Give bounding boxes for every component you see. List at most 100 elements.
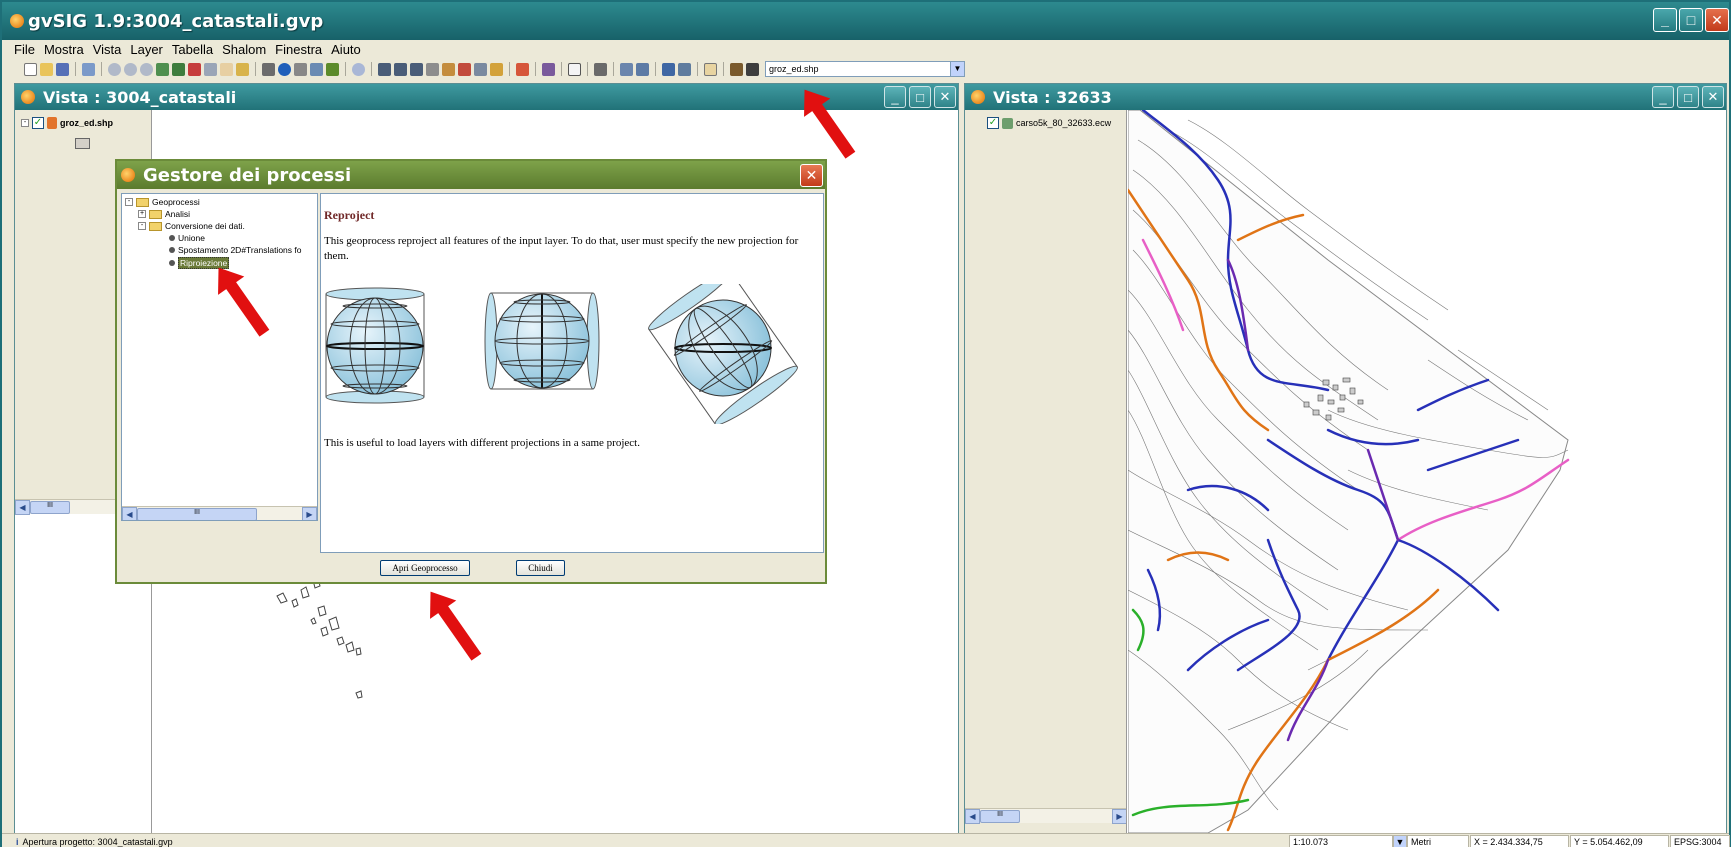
menu-tabella[interactable]: Tabella xyxy=(172,42,213,57)
expand-icon[interactable]: + xyxy=(138,210,146,218)
zoom-extent-icon[interactable] xyxy=(188,62,201,76)
open-geoprocess-button[interactable]: Apri Geoprocesso xyxy=(380,560,470,576)
menu-aiuto[interactable]: Aiuto xyxy=(331,42,361,57)
pan-icon[interactable] xyxy=(220,62,233,76)
menu-mostra[interactable]: Mostra xyxy=(44,42,84,57)
locator-icon[interactable] xyxy=(236,62,249,76)
scroll-thumb[interactable]: III xyxy=(137,507,257,520)
menu-file[interactable]: File xyxy=(14,42,35,57)
grid-icon[interactable] xyxy=(568,62,581,76)
folder-icon xyxy=(136,197,149,207)
toolbar-divider xyxy=(613,62,614,76)
zoom-in-icon[interactable] xyxy=(108,62,121,76)
view-minimize-button[interactable]: _ xyxy=(1652,86,1674,108)
magnifier-icon[interactable] xyxy=(678,62,691,76)
tree-node-analisi[interactable]: + Analisi xyxy=(138,209,190,219)
toc-layer-row[interactable]: ✓ carso5k_80_32633.ecw xyxy=(987,117,1111,129)
invert-selection-icon[interactable] xyxy=(490,62,503,76)
view-close-button[interactable]: ✕ xyxy=(1702,86,1724,108)
close-button[interactable]: ✕ xyxy=(1705,8,1729,32)
select-by-point-icon[interactable] xyxy=(474,62,487,76)
view-minimize-button[interactable]: _ xyxy=(884,86,906,108)
select-polygon-icon[interactable] xyxy=(410,62,423,76)
toolbar-divider xyxy=(101,62,102,76)
description-text: This geoprocess reproject all features o… xyxy=(324,235,799,262)
open-project-icon[interactable] xyxy=(40,62,53,76)
zoom-layer-icon[interactable] xyxy=(156,62,169,76)
scroll-left-icon[interactable]: ◀ xyxy=(122,506,137,520)
scroll-left-icon[interactable]: ◀ xyxy=(15,499,30,515)
info-icon[interactable] xyxy=(278,62,291,76)
view-controls: _ □ ✕ xyxy=(884,86,956,108)
view-maximize-button[interactable]: □ xyxy=(909,86,931,108)
geolocation-icon[interactable] xyxy=(352,62,365,76)
geoprocess-icon[interactable] xyxy=(704,62,717,76)
tree-horizontal-scrollbar[interactable]: ◀ III ▶ xyxy=(122,506,317,520)
description-footer: This is useful to load layers with diffe… xyxy=(324,437,640,449)
menu-finestra[interactable]: Finestra xyxy=(275,42,322,57)
chevron-down-icon[interactable]: ▼ xyxy=(950,62,964,76)
print-icon[interactable] xyxy=(620,62,633,76)
app-window: gvSIG 1.9:3004_catastali.gvp _ □ ✕ File … xyxy=(0,0,1731,847)
dialog-close-button[interactable]: ✕ xyxy=(800,164,823,187)
scroll-left-icon[interactable]: ◀ xyxy=(965,808,980,824)
tree-node-spostamento[interactable]: Spostamento 2D#Translations fo xyxy=(169,245,301,255)
toc-layer-row[interactable]: - ✓ groz_ed.shp xyxy=(21,117,113,129)
view-titlebar: Vista : 32633 _ □ ✕ xyxy=(965,84,1726,110)
collapse-icon[interactable]: - xyxy=(138,222,146,230)
zoom-out-icon[interactable] xyxy=(124,62,137,76)
map-canvas-32633[interactable] xyxy=(1128,110,1726,833)
menu-shalom[interactable]: Shalom xyxy=(222,42,266,57)
chevron-down-icon[interactable]: ▼ xyxy=(1393,835,1407,847)
scale-field[interactable]: 1:10.073 xyxy=(1289,835,1393,847)
scroll-right-icon[interactable]: ▶ xyxy=(302,506,317,520)
full-extent-icon[interactable] xyxy=(172,62,185,76)
distance-icon[interactable] xyxy=(294,62,307,76)
collapse-icon[interactable]: - xyxy=(125,198,133,206)
layer-visibility-checkbox[interactable]: ✓ xyxy=(987,117,999,129)
maximize-button[interactable]: □ xyxy=(1679,8,1703,32)
tree-node-conversione[interactable]: - Conversione dei dati. xyxy=(138,221,245,231)
layer-visibility-checkbox[interactable]: ✓ xyxy=(32,117,44,129)
select-layer-icon[interactable] xyxy=(426,62,439,76)
scroll-thumb[interactable]: III xyxy=(30,500,70,514)
toolbar-divider xyxy=(345,62,346,76)
scroll-right-icon[interactable]: ▶ xyxy=(1112,808,1126,824)
window-controls: _ □ ✕ xyxy=(1653,8,1729,32)
view-close-button[interactable]: ✕ xyxy=(934,86,956,108)
tree-node-unione[interactable]: Unione xyxy=(169,233,205,243)
table-icon[interactable] xyxy=(542,62,555,76)
new-project-icon[interactable] xyxy=(24,62,37,76)
area-icon[interactable] xyxy=(310,62,323,76)
projection-illustration xyxy=(325,284,798,424)
edit-icon[interactable] xyxy=(82,62,95,76)
raster-layer-icon xyxy=(1002,117,1013,129)
filter-icon[interactable] xyxy=(516,62,529,76)
edit-layer-icon[interactable] xyxy=(730,62,743,76)
view-icon xyxy=(21,90,35,104)
previous-zoom-icon[interactable] xyxy=(204,62,217,76)
collapse-icon[interactable]: - xyxy=(21,119,29,127)
tools-icon[interactable] xyxy=(594,62,607,76)
tree-node-geoprocessi[interactable]: - Geoprocessi xyxy=(125,197,200,207)
map-overview-icon[interactable] xyxy=(662,62,675,76)
zoom-raster-icon[interactable] xyxy=(636,62,649,76)
measure-icon[interactable] xyxy=(262,62,275,76)
save-project-icon[interactable] xyxy=(56,62,69,76)
close-dialog-button[interactable]: Chiudi xyxy=(516,560,565,576)
units-field[interactable]: Metri xyxy=(1407,835,1469,847)
menu-layer[interactable]: Layer xyxy=(130,42,163,57)
select-buffer-icon[interactable] xyxy=(458,62,471,76)
geoprocess-description-pane: Reproject This geoprocess reproject all … xyxy=(320,193,824,553)
select-circle-icon[interactable] xyxy=(442,62,455,76)
layer-select[interactable]: groz_ed.shp ▼ xyxy=(765,61,965,77)
zoom-select-icon[interactable] xyxy=(140,62,153,76)
menu-vista[interactable]: Vista xyxy=(93,42,122,57)
minimize-button[interactable]: _ xyxy=(1653,8,1677,32)
scroll-thumb[interactable]: III xyxy=(980,809,1020,823)
hyperlink-icon[interactable] xyxy=(326,62,339,76)
view-maximize-button[interactable]: □ xyxy=(1677,86,1699,108)
select-icon[interactable] xyxy=(378,62,391,76)
select-rectangle-icon[interactable] xyxy=(394,62,407,76)
toc-horizontal-scrollbar[interactable]: ◀ III ▶ xyxy=(965,808,1126,824)
